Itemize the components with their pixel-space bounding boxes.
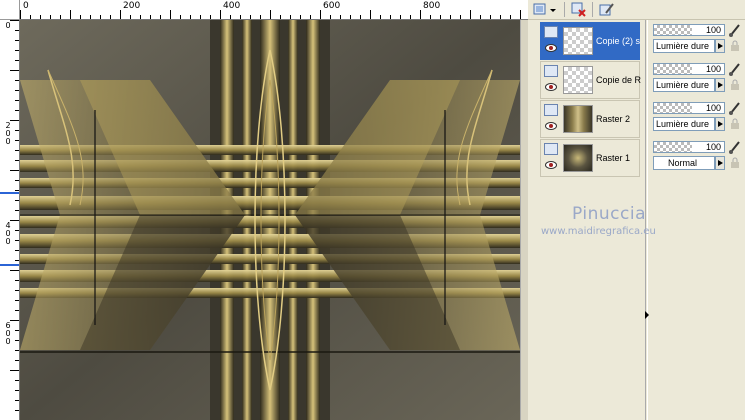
eye-icon[interactable] <box>545 161 557 169</box>
ruler-label: 600 <box>5 321 11 346</box>
layer-row[interactable]: Copie (2) s <box>540 22 640 60</box>
eye-icon[interactable] <box>545 122 557 130</box>
ruler-ticks <box>0 20 19 420</box>
eye-icon[interactable] <box>545 44 557 52</box>
toolbar-separator <box>564 2 565 17</box>
eye-icon[interactable] <box>545 83 557 91</box>
opacity-slider[interactable]: 100 <box>653 141 725 153</box>
layer-properties: 100 Lumière dure 100 Lumière dure 100 Lu… <box>653 22 745 182</box>
horizontal-ruler: 0 200 400 600 800 <box>20 0 528 20</box>
ruler-corner <box>0 0 20 20</box>
layers-palette: Copie (2) s Copie de R Raster 2 Raster 1 <box>540 22 641 178</box>
brush-icon[interactable] <box>728 101 742 115</box>
opacity-value: 100 <box>705 142 721 152</box>
ruler-label: 800 <box>423 1 441 11</box>
layer-name: Raster 1 <box>596 153 631 163</box>
ruler-label: 200 <box>5 121 11 146</box>
blend-mode-arrow[interactable] <box>715 39 725 53</box>
opacity-value: 100 <box>705 64 721 74</box>
opacity-slider[interactable]: 100 <box>653 63 725 75</box>
layer-thumbnail <box>563 105 593 133</box>
ruler-marker <box>0 192 19 194</box>
watermark-url: www.maidiregrafica.eu <box>541 226 656 237</box>
image-canvas[interactable] <box>20 20 520 420</box>
lock-icon[interactable] <box>728 79 742 91</box>
vertical-ruler: 0 200 400 600 <box>0 20 20 420</box>
layer-row[interactable]: Raster 2 <box>540 100 640 138</box>
opacity-swatch <box>654 142 692 152</box>
canvas-artwork <box>20 20 520 420</box>
layer-row[interactable]: Copie de R <box>540 61 641 99</box>
layer-row[interactable]: Raster 1 <box>540 139 640 177</box>
ruler-label: 0 <box>5 21 11 30</box>
watermark-name: Pinuccia <box>572 204 646 224</box>
opacity-slider[interactable]: 100 <box>653 102 725 114</box>
layers-toolbar <box>528 0 745 20</box>
opacity-slider[interactable]: 100 <box>653 24 725 36</box>
blend-mode-arrow[interactable] <box>715 78 725 92</box>
lock-icon[interactable] <box>728 157 742 169</box>
layer-property-row: 100 Lumière dure <box>653 61 745 99</box>
lock-icon[interactable] <box>728 118 742 130</box>
blend-mode-select[interactable]: Normal <box>653 156 715 170</box>
layer-type-icon <box>544 65 558 77</box>
layer-name: Copie de R <box>596 75 641 85</box>
blend-mode-select[interactable]: Lumière dure <box>653 39 715 53</box>
blend-mode-arrow[interactable] <box>715 156 725 170</box>
opacity-swatch <box>654 103 692 113</box>
delete-layer-icon[interactable] <box>570 1 588 18</box>
layer-thumbnail <box>563 66 593 94</box>
blend-mode-select[interactable]: Lumière dure <box>653 117 715 131</box>
layer-thumbnail <box>563 27 593 55</box>
opacity-swatch <box>654 64 692 74</box>
layer-property-row: 100 Lumière dure <box>653 100 745 138</box>
ruler-label: 600 <box>323 1 341 11</box>
canvas-scrollbar[interactable] <box>520 20 528 420</box>
layer-type-icon <box>544 143 558 155</box>
opacity-value: 100 <box>705 25 721 35</box>
toolbar-separator <box>592 2 593 17</box>
brush-icon[interactable] <box>728 62 742 76</box>
layer-thumbnail <box>563 144 593 172</box>
expand-arrow-icon[interactable] <box>644 310 650 320</box>
layer-type-icon <box>544 104 558 116</box>
dropdown-arrow-icon[interactable] <box>548 1 558 18</box>
layer-name: Raster 2 <box>596 114 631 124</box>
layer-type-icon <box>544 26 558 38</box>
layer-property-row: 100 Lumière dure <box>653 22 745 60</box>
ruler-label: 400 <box>223 1 241 11</box>
opacity-value: 100 <box>705 103 721 113</box>
edit-layer-icon[interactable] <box>598 1 616 18</box>
ruler-label: 400 <box>5 221 11 246</box>
brush-icon[interactable] <box>728 23 742 37</box>
layer-name: Copie (2) s <box>596 36 641 46</box>
ruler-marker <box>0 264 19 266</box>
ruler-ticks <box>20 0 528 19</box>
blend-mode-arrow[interactable] <box>715 117 725 131</box>
opacity-swatch <box>654 25 692 35</box>
ruler-label: 0 <box>23 1 29 11</box>
layer-property-row: 100 Normal <box>653 139 745 177</box>
blend-mode-select[interactable]: Lumière dure <box>653 78 715 92</box>
ruler-label: 200 <box>123 1 141 11</box>
lock-icon[interactable] <box>728 40 742 52</box>
brush-icon[interactable] <box>728 140 742 154</box>
